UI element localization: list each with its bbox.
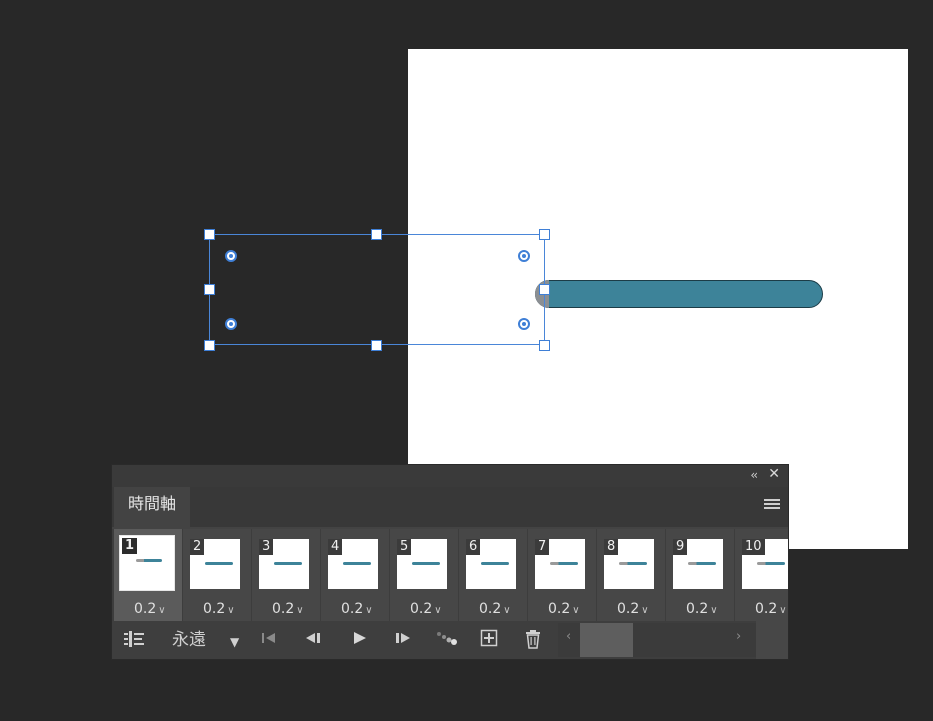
tab-timeline[interactable]: 時間軸 bbox=[114, 487, 190, 527]
chevron-down-icon: ∨ bbox=[158, 605, 166, 616]
frame-7[interactable]: 7 0.2 ∨ bbox=[528, 529, 596, 621]
thumbnail-bar-preview bbox=[136, 559, 162, 562]
previous-frame-icon[interactable] bbox=[304, 629, 322, 653]
thumbnail-bar-preview bbox=[274, 562, 302, 565]
thumbnail-bar-preview bbox=[412, 562, 440, 565]
collapse-panel-icon[interactable]: ‹‹ bbox=[750, 468, 757, 482]
frame-number-label: 7 bbox=[535, 539, 550, 555]
frame-delay-select[interactable]: 0.2 ∨ bbox=[479, 601, 511, 617]
frame-1[interactable]: 1 0.2 ∨ bbox=[114, 529, 182, 621]
thumbnail-bar-preview bbox=[550, 562, 578, 565]
frame-9[interactable]: 9 0.2 ∨ bbox=[666, 529, 734, 621]
scroll-right-icon[interactable]: › bbox=[736, 629, 741, 644]
frame-delay-select[interactable]: 0.2 ∨ bbox=[617, 601, 649, 617]
chevron-down-icon: ∨ bbox=[227, 605, 235, 616]
frame-2[interactable]: 2 0.2 ∨ bbox=[183, 529, 251, 621]
panel-title-bar[interactable]: ‹‹ ✕ bbox=[112, 465, 788, 487]
chevron-down-icon: ∨ bbox=[365, 605, 373, 616]
frame-delay-select[interactable]: 0.2 ∨ bbox=[272, 601, 304, 617]
frame-number-label: 9 bbox=[673, 539, 688, 555]
thumbnail-bar-preview bbox=[481, 562, 509, 565]
frame-delay-value: 0.2 bbox=[341, 601, 364, 617]
frames-scrollbar-thumb[interactable] bbox=[580, 623, 633, 657]
frame-delay-value: 0.2 bbox=[479, 601, 502, 617]
corner-radius-handle-top-right[interactable] bbox=[518, 250, 530, 262]
frame-delay-value: 0.2 bbox=[134, 601, 157, 617]
frame-number-label: 10 bbox=[742, 539, 765, 555]
panel-tab-row: 時間軸 bbox=[112, 487, 788, 527]
thumbnail-bar-preview bbox=[688, 562, 716, 565]
delete-frame-icon[interactable] bbox=[524, 629, 542, 655]
transform-handle-middle-left[interactable] bbox=[204, 284, 215, 295]
frame-number-label: 8 bbox=[604, 539, 619, 555]
timeline-panel: ‹‹ ✕ 時間軸 1 0.2 ∨ 2 0.2 ∨ 3 0.2 ∨ 4 0.2 ∨ 5 0.2 ∨ 6 0.2 ∨ 7… bbox=[111, 464, 789, 660]
frame-3[interactable]: 3 0.2 ∨ bbox=[252, 529, 320, 621]
new-frame-icon[interactable] bbox=[480, 629, 498, 653]
transform-handle-bottom-center[interactable] bbox=[371, 340, 382, 351]
frame-delay-value: 0.2 bbox=[548, 601, 571, 617]
thumbnail-bar-preview bbox=[205, 562, 233, 565]
frame-8[interactable]: 8 0.2 ∨ bbox=[597, 529, 665, 621]
timeline-controls: 永遠 ▼ ‹ › bbox=[112, 621, 788, 659]
frame-number-label: 1 bbox=[122, 538, 138, 554]
play-icon[interactable] bbox=[350, 629, 368, 653]
chevron-down-icon: ∨ bbox=[296, 605, 304, 616]
thumbnail-bar-preview bbox=[343, 562, 371, 565]
frame-delay-select[interactable]: 0.2 ∨ bbox=[134, 601, 166, 617]
frame-6[interactable]: 6 0.2 ∨ bbox=[459, 529, 527, 621]
frame-10[interactable]: 10 0.2 ∨ bbox=[735, 529, 788, 621]
chevron-down-icon: ∨ bbox=[710, 605, 718, 616]
frame-delay-value: 0.2 bbox=[686, 601, 709, 617]
frame-5[interactable]: 5 0.2 ∨ bbox=[390, 529, 458, 621]
frame-delay-value: 0.2 bbox=[617, 601, 640, 617]
frames-strip: 1 0.2 ∨ 2 0.2 ∨ 3 0.2 ∨ 4 0.2 ∨ 5 0.2 ∨ 6 0.2 ∨ 7 0.2 ∨ 8 0.2 ∨… bbox=[112, 529, 788, 621]
frame-number-label: 5 bbox=[397, 539, 412, 555]
transform-handle-top-center[interactable] bbox=[371, 229, 382, 240]
frame-delay-select[interactable]: 0.2 ∨ bbox=[548, 601, 580, 617]
frame-delay-value: 0.2 bbox=[272, 601, 295, 617]
loop-dropdown-arrow-icon[interactable]: ▼ bbox=[230, 631, 239, 653]
frame-delay-value: 0.2 bbox=[410, 601, 433, 617]
frame-delay-value: 0.2 bbox=[755, 601, 778, 617]
frame-number-label: 6 bbox=[466, 539, 481, 555]
transform-bounding-box[interactable] bbox=[209, 234, 545, 345]
frame-number-label: 3 bbox=[259, 539, 274, 555]
corner-radius-handle-bottom-right[interactable] bbox=[518, 318, 530, 330]
panel-resize-corner bbox=[756, 621, 788, 659]
frame-delay-select[interactable]: 0.2 ∨ bbox=[410, 601, 442, 617]
next-frame-icon[interactable] bbox=[394, 629, 412, 653]
chevron-down-icon: ∨ bbox=[641, 605, 649, 616]
scroll-left-icon[interactable]: ‹ bbox=[566, 629, 571, 644]
frame-delay-select[interactable]: 0.2 ∨ bbox=[203, 601, 235, 617]
first-frame-icon[interactable] bbox=[260, 629, 278, 653]
frame-delay-select[interactable]: 0.2 ∨ bbox=[755, 601, 787, 617]
chevron-down-icon: ∨ bbox=[779, 605, 787, 616]
frame-delay-select[interactable]: 0.2 ∨ bbox=[686, 601, 718, 617]
loop-option-select[interactable]: 永遠 bbox=[172, 629, 206, 651]
progress-bar-shape-layer[interactable] bbox=[535, 280, 823, 308]
thumbnail-bar-preview bbox=[619, 562, 647, 565]
corner-radius-handle-bottom-left[interactable] bbox=[225, 318, 237, 330]
frame-number-label: 4 bbox=[328, 539, 343, 555]
tween-icon[interactable] bbox=[436, 629, 458, 653]
chevron-down-icon: ∨ bbox=[503, 605, 511, 616]
frame-number-label: 2 bbox=[190, 539, 205, 555]
chevron-down-icon: ∨ bbox=[572, 605, 580, 616]
frame-4[interactable]: 4 0.2 ∨ bbox=[321, 529, 389, 621]
transform-handle-bottom-right[interactable] bbox=[539, 340, 550, 351]
frame-delay-value: 0.2 bbox=[203, 601, 226, 617]
panel-menu-icon[interactable] bbox=[764, 499, 780, 511]
chevron-down-icon: ∨ bbox=[434, 605, 442, 616]
close-icon[interactable]: ✕ bbox=[768, 466, 780, 482]
transform-handle-bottom-left[interactable] bbox=[204, 340, 215, 351]
corner-radius-handle-top-left[interactable] bbox=[225, 250, 237, 262]
transform-handle-top-right[interactable] bbox=[539, 229, 550, 240]
convert-to-video-timeline-icon[interactable] bbox=[124, 629, 146, 655]
transform-handle-middle-right[interactable] bbox=[539, 284, 550, 295]
frame-delay-select[interactable]: 0.2 ∨ bbox=[341, 601, 373, 617]
transform-handle-top-left[interactable] bbox=[204, 229, 215, 240]
thumbnail-bar-preview bbox=[757, 562, 785, 565]
